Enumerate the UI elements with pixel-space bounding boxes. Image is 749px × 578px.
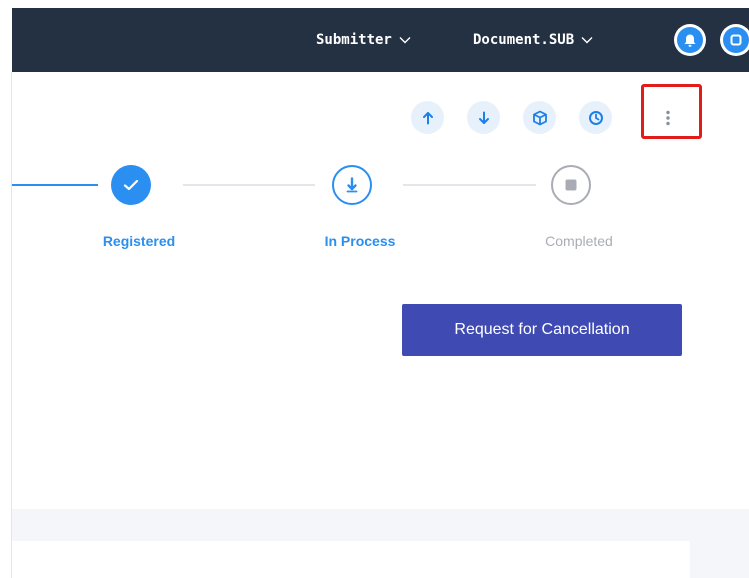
arrow-down-icon xyxy=(478,111,489,124)
chevron-down-icon xyxy=(581,37,593,44)
step-completed-indicator xyxy=(551,165,591,205)
history-button[interactable] xyxy=(579,101,612,134)
notifications-button[interactable] xyxy=(674,24,706,56)
step-connector xyxy=(403,184,536,186)
package-button[interactable] xyxy=(523,101,556,134)
move-up-button[interactable] xyxy=(411,101,444,134)
package-icon xyxy=(532,110,547,125)
arrow-up-icon xyxy=(422,111,433,124)
role-dropdown-label: Submitter xyxy=(316,32,392,48)
top-navigation-bar: Submitter Document.SUB xyxy=(12,8,749,72)
content-card xyxy=(12,541,690,578)
document-dropdown-label: Document.SUB xyxy=(473,32,575,48)
step-in-process-label: In Process xyxy=(324,233,396,249)
arrow-down-icon xyxy=(346,177,358,193)
sidebar-divider xyxy=(11,72,12,578)
step-registered-indicator xyxy=(111,165,151,205)
move-down-button[interactable] xyxy=(467,101,500,134)
step-in-process-indicator xyxy=(332,165,372,205)
request-cancellation-button[interactable]: Request for Cancellation xyxy=(402,304,682,356)
step-connector xyxy=(183,184,315,186)
bell-icon xyxy=(684,34,696,47)
role-dropdown[interactable]: Submitter xyxy=(316,8,411,72)
chevron-down-icon xyxy=(399,37,411,44)
gear-icon xyxy=(730,34,742,46)
more-options-button[interactable] xyxy=(650,101,686,134)
document-dropdown[interactable]: Document.SUB xyxy=(473,8,593,72)
stop-icon xyxy=(565,179,577,191)
checkmark-icon xyxy=(123,179,139,191)
more-vertical-icon xyxy=(666,110,670,125)
step-connector xyxy=(12,184,98,186)
clock-icon xyxy=(588,110,603,125)
step-completed-label: Completed xyxy=(545,233,613,249)
step-registered-label: Registered xyxy=(102,233,176,249)
settings-button[interactable] xyxy=(720,24,749,56)
